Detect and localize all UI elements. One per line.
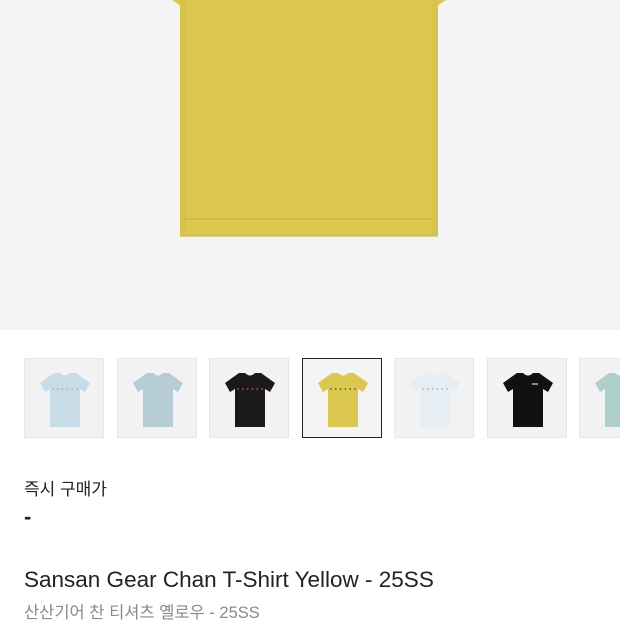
product-title-korean: 산산기어 찬 티셔츠 옐로우 - 25SS: [24, 604, 260, 622]
thumbnail-yellow-t-shirt[interactable]: [301, 358, 382, 438]
yellow-t-shirt-icon: [317, 373, 368, 427]
t-shirt-shape: [502, 373, 553, 427]
t-shirt-shape: [40, 373, 90, 427]
light-blue-t-shirt-icon: [40, 373, 90, 427]
mint-t-shirt-icon: [595, 373, 620, 427]
thumbnail-black-logo-t-shirt[interactable]: [486, 358, 567, 438]
t-shirt-shape: [132, 373, 183, 427]
black-t-shirt-icon: [225, 373, 275, 427]
instant-price-value: -: [24, 504, 32, 529]
thumbnail-mint-t-shirt[interactable]: [579, 358, 620, 438]
t-shirt-shape: [410, 373, 460, 427]
t-shirt-image: [172, 0, 446, 237]
white-t-shirt-icon: [410, 373, 460, 427]
product-hero-image[interactable]: [0, 0, 620, 330]
thumbnail-pale-blue-t-shirt[interactable]: [116, 358, 197, 438]
t-shirt-shape: [225, 373, 275, 427]
thumbnail-strip: [0, 358, 620, 440]
t-shirt-shape: [595, 373, 620, 427]
thumbnail-black-t-shirt[interactable]: [209, 358, 289, 438]
t-shirt-shape: [317, 373, 368, 427]
thumbnail-white-t-shirt[interactable]: [394, 358, 474, 438]
thumbnail-light-blue-t-shirt[interactable]: [24, 358, 104, 438]
instant-price-label: 즉시 구매가: [24, 480, 107, 499]
product-title-english: Sansan Gear Chan T-Shirt Yellow - 25SS: [24, 567, 434, 592]
pale-blue-t-shirt-icon: [132, 373, 183, 427]
black-logo-t-shirt-icon: [502, 373, 553, 427]
